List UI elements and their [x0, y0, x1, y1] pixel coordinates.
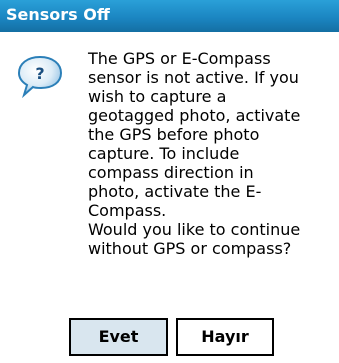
- dialog-title: Sensors Off: [6, 5, 110, 24]
- dialog-title-bar: Sensors Off: [0, 0, 339, 32]
- yes-button[interactable]: Evet: [69, 318, 168, 356]
- question-bubble-icon: ?: [17, 55, 63, 99]
- dialog-message: The GPS or E-Compass sensor is not activ…: [88, 49, 301, 258]
- dialog-body: ? The GPS or E-Compass sensor is not act…: [0, 32, 339, 363]
- svg-text:?: ?: [35, 64, 44, 83]
- no-button[interactable]: Hayır: [176, 318, 274, 356]
